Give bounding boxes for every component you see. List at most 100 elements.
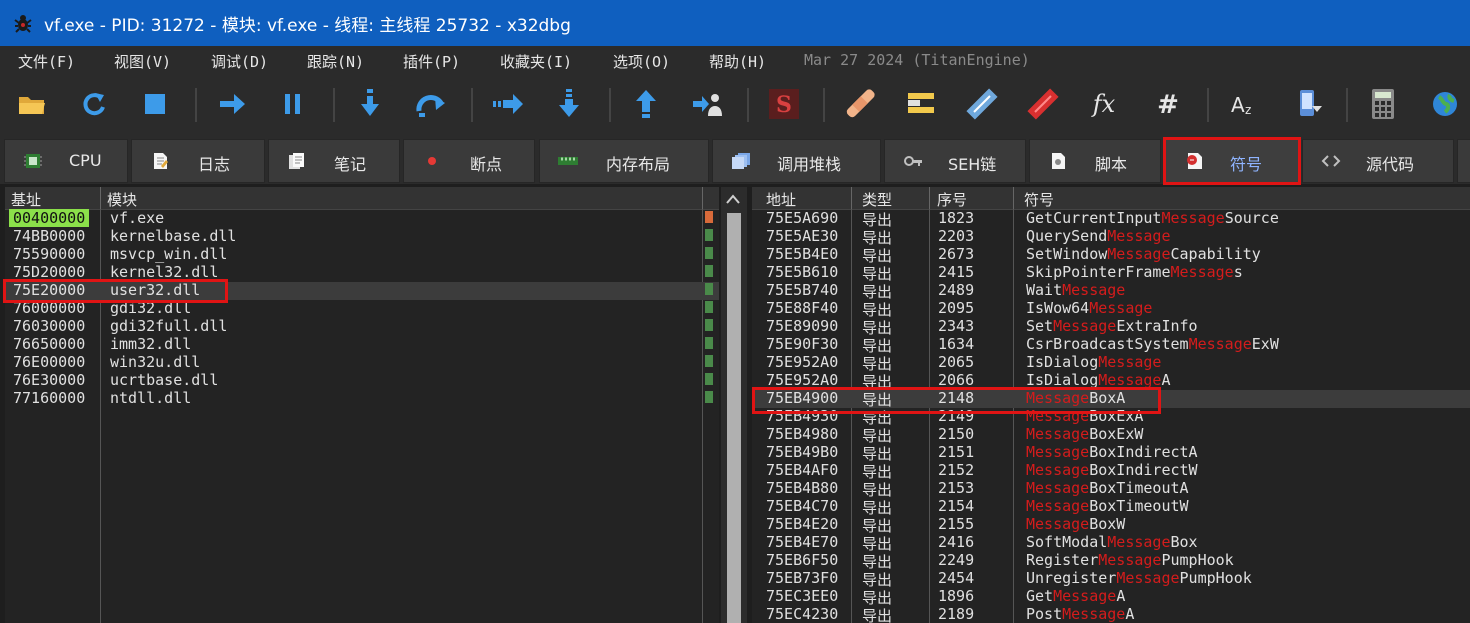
table-row[interactable]: 75EB4980 导出 2150 MessageBoxExW bbox=[752, 425, 1470, 445]
symbol-ordinal: 2155 bbox=[938, 515, 975, 533]
stop-icon[interactable] bbox=[137, 86, 173, 122]
symbol-address: 75EC4230 bbox=[766, 605, 839, 623]
tab-memory-map[interactable]: 内存布局 bbox=[539, 139, 709, 183]
column-base[interactable]: 基址 bbox=[11, 189, 41, 210]
device-icon[interactable] bbox=[1291, 86, 1327, 122]
restart-icon[interactable] bbox=[76, 86, 112, 122]
table-row[interactable]: 75E90F30 导出 1634 CsrBroadcastSystemMessageE… bbox=[752, 335, 1470, 355]
tab-call-stack[interactable]: 调用堆栈 bbox=[712, 139, 881, 183]
table-row[interactable]: 00400000 vf.exe bbox=[5, 209, 719, 228]
tab-symbols[interactable]: 符号 bbox=[1163, 137, 1301, 185]
tab-label: 调用堆栈 bbox=[777, 155, 842, 174]
table-row[interactable]: 76650000 imm32.dll bbox=[5, 335, 719, 354]
script-page-icon bbox=[1052, 153, 1065, 169]
symbol-address: 75EB49B0 bbox=[766, 443, 839, 461]
column-symbol[interactable]: 符号 bbox=[1024, 189, 1054, 210]
symbol-prefix: CsrBroadcastSystem bbox=[1026, 335, 1189, 353]
search-match: Message bbox=[1026, 443, 1090, 461]
search-match: Message bbox=[1053, 587, 1117, 605]
bookmark-icon[interactable] bbox=[1025, 86, 1061, 122]
step-into-icon[interactable] bbox=[352, 86, 388, 122]
table-row[interactable]: 74BB0000 kernelbase.dll bbox=[5, 227, 719, 246]
table-row[interactable]: 75E5B4E0 导出 2673 SetWindowMessageCapability bbox=[752, 245, 1470, 265]
tab-cpu[interactable]: CPU bbox=[4, 139, 128, 183]
menu-favourites[interactable]: 收藏夹(I) bbox=[500, 51, 572, 72]
scroll-up-icon[interactable] bbox=[726, 194, 740, 204]
symbol-address: 75EB73F0 bbox=[766, 569, 839, 587]
pause-icon[interactable] bbox=[275, 86, 311, 122]
symbol-suffix: BoxIndirectA bbox=[1089, 443, 1198, 461]
symbol-address: 75E5B610 bbox=[766, 263, 839, 281]
table-row[interactable]: 75E5A690 导出 1823 GetCurrentInputMessageSour… bbox=[752, 209, 1470, 229]
menu-view[interactable]: 视图(V) bbox=[114, 51, 171, 72]
scrollbar-thumb[interactable] bbox=[727, 213, 741, 623]
table-row[interactable]: 75EB4C70 导出 2154 MessageBoxTimeoutW bbox=[752, 497, 1470, 517]
calculator-icon[interactable] bbox=[1365, 86, 1401, 122]
tab-seh-chain[interactable]: SEH链 bbox=[884, 139, 1026, 183]
table-row[interactable]: 77160000 ntdll.dll bbox=[5, 389, 719, 408]
source-code-icon bbox=[1321, 155, 1341, 167]
label-icon[interactable] bbox=[964, 86, 1000, 122]
symbol-name: WaitMessage bbox=[1026, 281, 1125, 299]
tab-script[interactable]: 脚本 bbox=[1029, 139, 1161, 183]
font-icon[interactable]: Az bbox=[1226, 86, 1262, 122]
menu-file[interactable]: 文件(F) bbox=[18, 51, 75, 72]
table-row[interactable]: 75EB4AF0 导出 2152 MessageBoxIndirectW bbox=[752, 461, 1470, 481]
table-row[interactable]: 75EB4E70 导出 2416 SoftModalMessageBox bbox=[752, 533, 1470, 553]
symbol-prefix: Get bbox=[1026, 587, 1054, 605]
menu-plugins[interactable]: 插件(P) bbox=[403, 51, 460, 72]
left-panel-scrollbar[interactable] bbox=[721, 187, 747, 623]
table-row[interactable]: 75E89090 导出 2343 SetMessageExtraInfo bbox=[752, 317, 1470, 337]
trace-into-icon[interactable] bbox=[490, 86, 526, 122]
step-over-icon[interactable] bbox=[413, 86, 449, 122]
table-row[interactable]: 75EB4B80 导出 2153 MessageBoxTimeoutA bbox=[752, 479, 1470, 499]
column-module[interactable]: 模块 bbox=[107, 189, 137, 210]
table-row[interactable]: 75EB4E20 导出 2155 MessageBoxW bbox=[752, 515, 1470, 535]
title-bar: vf.exe - PID: 31272 - 模块: vf.exe - 线程: 主… bbox=[0, 0, 1470, 46]
column-ordinal[interactable]: 序号 bbox=[937, 189, 967, 210]
table-row[interactable]: 75EB49B0 导出 2151 MessageBoxIndirectA bbox=[752, 443, 1470, 463]
symbol-ordinal: 2415 bbox=[938, 263, 975, 281]
run-icon[interactable] bbox=[214, 86, 250, 122]
trace-over-icon[interactable] bbox=[551, 86, 587, 122]
table-row[interactable]: 75E5B610 导出 2415 SkipPointerFrameMessages bbox=[752, 263, 1470, 283]
table-row[interactable]: 76E30000 ucrtbase.dll bbox=[5, 371, 719, 390]
menu-debug[interactable]: 调试(D) bbox=[211, 51, 268, 72]
tab-notes[interactable]: 笔记 bbox=[268, 139, 400, 183]
script-icon[interactable]: S bbox=[766, 86, 802, 122]
tab-log[interactable]: 日志 bbox=[131, 139, 265, 183]
table-row[interactable]: 75EB73F0 导出 2454 UnregisterMessagePumpHook bbox=[752, 569, 1470, 589]
globe-icon[interactable] bbox=[1427, 86, 1463, 122]
symbol-address: 75EC3EE0 bbox=[766, 587, 839, 605]
run-to-user-code-icon[interactable] bbox=[689, 86, 725, 122]
tab-label: 脚本 bbox=[1095, 155, 1128, 174]
symbol-address: 75E5A690 bbox=[766, 209, 839, 227]
table-row[interactable]: 76E00000 win32u.dll bbox=[5, 353, 719, 372]
tab-label: 内存布局 bbox=[606, 155, 671, 174]
menu-options[interactable]: 选项(O) bbox=[613, 51, 670, 72]
table-row[interactable]: 75590000 msvcp_win.dll bbox=[5, 245, 719, 264]
module-base: 76E30000 bbox=[13, 371, 86, 389]
menu-trace[interactable]: 跟踪(N) bbox=[307, 51, 364, 72]
table-row[interactable]: 75EB6F50 导出 2249 RegisterMessagePumpHook bbox=[752, 551, 1470, 571]
tab-overflow[interactable] bbox=[1457, 139, 1470, 183]
tab-breakpoints[interactable]: 断点 bbox=[403, 139, 535, 183]
patch-icon[interactable] bbox=[842, 86, 878, 122]
column-address[interactable]: 地址 bbox=[766, 189, 796, 210]
open-icon[interactable] bbox=[14, 86, 50, 122]
table-row[interactable]: 75E5B740 导出 2489 WaitMessage bbox=[752, 281, 1470, 301]
column-type[interactable]: 类型 bbox=[862, 189, 892, 210]
table-row[interactable]: 75E952A0 导出 2065 IsDialogMessage bbox=[752, 353, 1470, 373]
symbol-ordinal: 2249 bbox=[938, 551, 975, 569]
table-row[interactable]: 75EC4230 导出 2189 PostMessageA bbox=[752, 605, 1470, 623]
execute-till-return-icon[interactable] bbox=[628, 86, 664, 122]
menu-help[interactable]: 帮助(H) bbox=[709, 51, 766, 72]
table-row[interactable]: 76030000 gdi32full.dll bbox=[5, 317, 719, 336]
table-row[interactable]: 75E5AE30 导出 2203 QuerySendMessage bbox=[752, 227, 1470, 247]
function-icon[interactable]: fx bbox=[1086, 86, 1122, 122]
hash-icon[interactable]: # bbox=[1150, 86, 1186, 122]
table-row[interactable]: 75EC3EE0 导出 1896 GetMessageA bbox=[752, 587, 1470, 607]
tab-source[interactable]: 源代码 bbox=[1302, 139, 1454, 183]
table-row[interactable]: 75E88F40 导出 2095 IsWow64Message bbox=[752, 299, 1470, 319]
comment-icon[interactable] bbox=[903, 86, 939, 122]
